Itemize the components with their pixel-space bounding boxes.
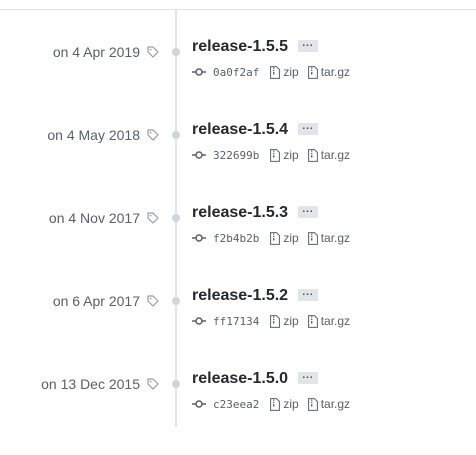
timeline-dot (172, 48, 180, 56)
tag-icon[interactable] (147, 46, 159, 58)
zip-download-link[interactable]: zip (270, 231, 299, 245)
file-zip-icon (270, 314, 281, 328)
file-zip-icon (270, 65, 281, 79)
tag-icon[interactable] (147, 378, 159, 390)
file-zip-icon (307, 65, 318, 79)
targz-download-link[interactable]: tar.gz (307, 314, 351, 328)
zip-label: zip (283, 65, 299, 79)
commit-sha-link[interactable]: 0a0f2af (213, 66, 259, 79)
git-commit-icon (192, 151, 206, 159)
zip-label: zip (283, 397, 299, 411)
file-zip-icon (270, 148, 281, 162)
targz-download-link[interactable]: tar.gz (307, 231, 351, 245)
targz-label: tar.gz (320, 65, 351, 79)
timeline-dot (172, 214, 180, 222)
release-meta: 322699b zip tar.gz (192, 147, 359, 163)
file-zip-icon (270, 397, 281, 411)
release-entry: on 4 May 2018 release-1.5.4 ... 322699b … (0, 121, 476, 206)
git-commit-icon (192, 68, 206, 76)
more-button[interactable]: ... (298, 371, 318, 384)
timeline-dot (172, 131, 180, 139)
commit-sha-link[interactable]: ff17134 (213, 315, 259, 328)
targz-label: tar.gz (320, 231, 351, 245)
more-button[interactable]: ... (298, 122, 318, 135)
release-title-link[interactable]: release-1.5.4 (192, 121, 288, 139)
release-meta: c23eea2 zip tar.gz (192, 396, 359, 412)
release-date: on 4 Nov 2017 (48, 210, 140, 226)
more-button[interactable]: ... (298, 288, 318, 301)
release-date: on 4 Apr 2019 (52, 44, 140, 60)
zip-label: zip (283, 148, 299, 162)
file-zip-icon (270, 231, 281, 245)
more-button[interactable]: ... (298, 39, 318, 52)
tag-icon[interactable] (147, 129, 159, 141)
zip-download-link[interactable]: zip (270, 314, 299, 328)
git-commit-icon (192, 234, 206, 242)
release-meta: 0a0f2af zip tar.gz (192, 64, 359, 80)
timeline-dot (172, 297, 180, 305)
tag-icon[interactable] (147, 295, 159, 307)
release-meta: ff17134 zip tar.gz (192, 313, 359, 329)
file-zip-icon (307, 314, 318, 328)
timeline-dot (172, 380, 180, 388)
release-title-link[interactable]: release-1.5.5 (192, 38, 288, 56)
commit-sha-link[interactable]: 322699b (213, 149, 259, 162)
targz-download-link[interactable]: tar.gz (307, 65, 351, 79)
git-commit-icon (192, 400, 206, 408)
release-date: on 4 May 2018 (47, 127, 140, 143)
targz-label: tar.gz (320, 148, 351, 162)
release-entry: on 4 Nov 2017 release-1.5.3 ... f2b4b2b … (0, 204, 476, 289)
git-commit-icon (192, 317, 206, 325)
tag-icon[interactable] (147, 212, 159, 224)
release-entry: on 13 Dec 2015 release-1.5.0 ... c23eea2… (0, 370, 476, 455)
file-zip-icon (307, 397, 318, 411)
zip-download-link[interactable]: zip (270, 65, 299, 79)
release-entry: on 4 Apr 2019 release-1.5.5 ... 0a0f2af … (0, 38, 476, 123)
file-zip-icon (307, 148, 318, 162)
release-title-link[interactable]: release-1.5.0 (192, 370, 288, 388)
commit-sha-link[interactable]: c23eea2 (213, 398, 259, 411)
more-button[interactable]: ... (298, 205, 318, 218)
zip-download-link[interactable]: zip (270, 397, 299, 411)
targz-download-link[interactable]: tar.gz (307, 148, 351, 162)
zip-label: zip (283, 314, 299, 328)
release-date: on 13 Dec 2015 (41, 376, 140, 392)
targz-download-link[interactable]: tar.gz (307, 397, 351, 411)
release-date: on 6 Apr 2017 (52, 293, 140, 309)
file-zip-icon (307, 231, 318, 245)
release-meta: f2b4b2b zip tar.gz (192, 230, 359, 246)
commit-sha-link[interactable]: f2b4b2b (213, 232, 259, 245)
targz-label: tar.gz (320, 314, 351, 328)
zip-label: zip (283, 231, 299, 245)
release-entry: on 6 Apr 2017 release-1.5.2 ... ff17134 … (0, 287, 476, 372)
targz-label: tar.gz (320, 397, 351, 411)
zip-download-link[interactable]: zip (270, 148, 299, 162)
release-title-link[interactable]: release-1.5.3 (192, 204, 288, 222)
release-title-link[interactable]: release-1.5.2 (192, 287, 288, 305)
top-divider (0, 9, 476, 10)
